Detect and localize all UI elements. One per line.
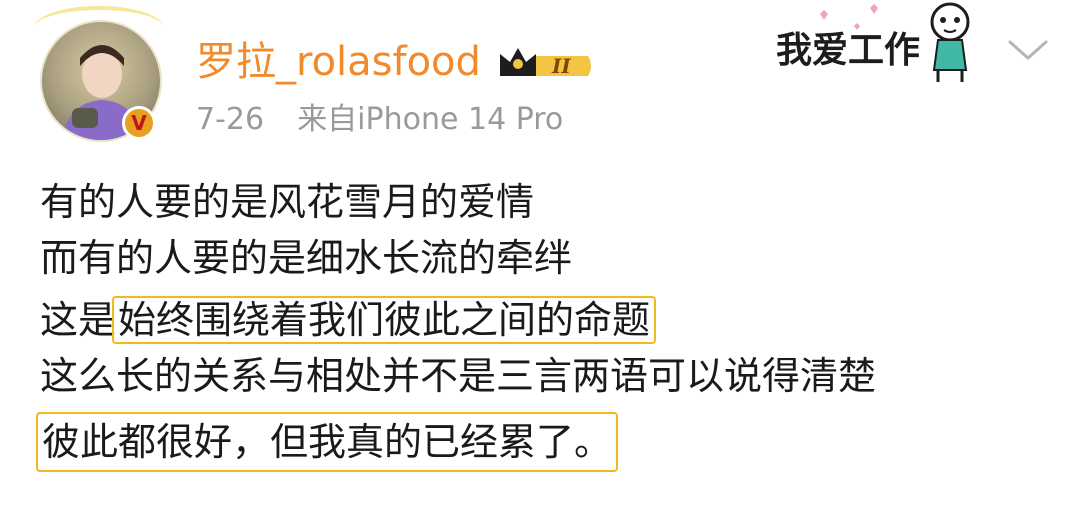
sticker-character-icon[interactable]: 我爱工作 [770,0,990,86]
highlighted-sentence: 彼此都很好，但我真的已经累了。 [36,412,619,472]
post-line-2: 而有的人要的是细水长流的牵绊 [40,236,573,280]
post-body: 有的人要的是风花雪月的爱情 而有的人要的是细水长流的牵绊 这是始终围绕着我们彼此… [36,174,1080,472]
post-line-4: 这么长的关系与相处并不是三言两语可以说得清楚 [40,354,877,398]
vip-level-text: II [551,54,571,78]
post-line-3: 这是始终围绕着我们彼此之间的命题 [40,292,1080,348]
vip-crown-icon[interactable]: II [496,42,596,82]
highlighted-phrase: 始终围绕着我们彼此之间的命题 [112,296,657,344]
sticker-text: 我爱工作 [776,30,920,71]
post-date: 7-26 [196,102,265,137]
more-chevron-down-icon[interactable] [1004,34,1052,64]
post-line-3-prefix: 这是 [40,298,117,342]
post-source[interactable]: 来自iPhone 14 Pro [297,102,563,137]
verified-mark: V [131,111,147,135]
verified-badge-icon: V [122,106,156,140]
post-meta: 7-26 来自iPhone 14 Pro [196,100,563,140]
username[interactable]: 罗拉_rolasfood [196,36,481,88]
post-line-5: 彼此都很好，但我真的已经累了。 [36,412,1080,472]
post-line-1: 有的人要的是风花雪月的爱情 [40,180,535,224]
